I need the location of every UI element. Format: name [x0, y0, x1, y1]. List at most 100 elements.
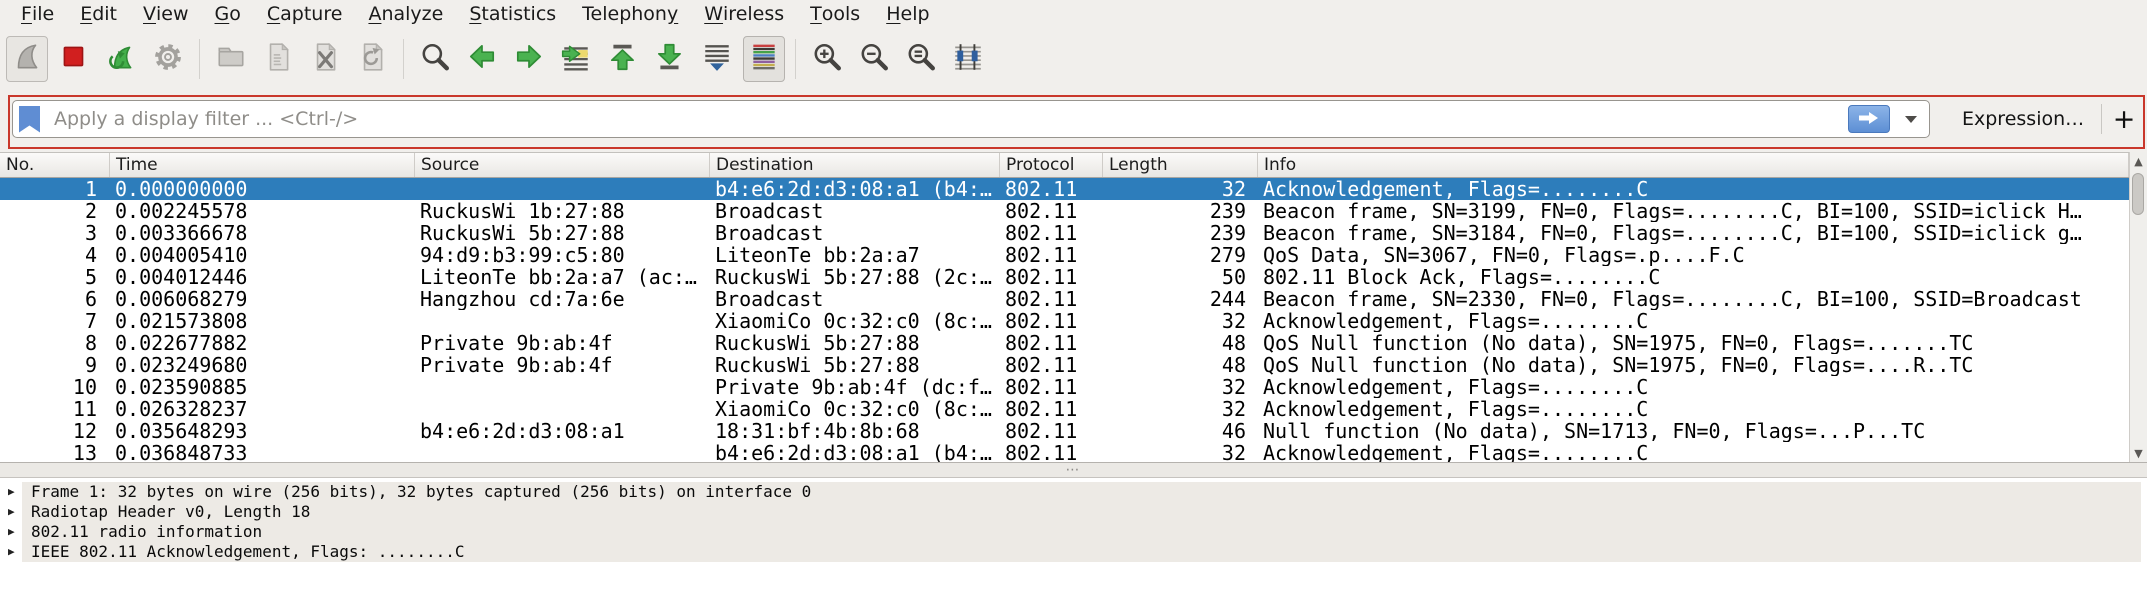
packet-no: 1	[0, 178, 110, 200]
packet-source: Private_9b:ab:4f	[415, 354, 710, 376]
packet-row[interactable]: 60.006068279Hangzhou_cd:7a:6eBroadcast80…	[0, 288, 2129, 310]
toolbar-separator	[795, 39, 796, 79]
packet-source	[415, 310, 710, 332]
packet-time: 0.004005410	[110, 244, 415, 266]
menu-go[interactable]: Go	[202, 0, 254, 27]
packet-time: 0.002245578	[110, 200, 415, 222]
packet-protocol: 802.11	[1000, 288, 1103, 310]
detail-tree-row[interactable]: ▶Radiotap Header v0, Length 18	[0, 502, 2147, 522]
go-to-packet-button[interactable]	[555, 36, 597, 82]
packet-info: Acknowledgement, Flags=........C	[1258, 178, 2129, 200]
packet-row[interactable]: 30.003366678RuckusWi_5b:27:88Broadcast80…	[0, 222, 2129, 244]
expander-icon[interactable]: ▶	[8, 522, 22, 542]
menu-telephony[interactable]: Telephony	[569, 0, 691, 27]
packet-destination: RuckusWi_5b:27:88	[710, 332, 1000, 354]
expander-icon[interactable]: ▶	[8, 502, 22, 522]
find-packet-button[interactable]	[414, 36, 456, 82]
menu-help[interactable]: Help	[873, 0, 942, 27]
column-header-source[interactable]: Source	[415, 153, 710, 177]
packet-row[interactable]: 100.023590885Private_9b:ab:4f (dc:f…802.…	[0, 376, 2129, 398]
packet-length: 48	[1103, 332, 1258, 354]
expression-button[interactable]: Expression…	[1952, 100, 2094, 138]
menu-edit[interactable]: Edit	[67, 0, 130, 27]
start-capture-button[interactable]	[6, 36, 48, 82]
open-file-button[interactable]	[210, 36, 252, 82]
packet-detail-pane: ▶Frame 1: 32 bytes on wire (256 bits), 3…	[0, 478, 2147, 590]
column-header-protocol[interactable]: Protocol	[1000, 153, 1103, 177]
packet-source: RuckusWi_1b:27:88	[415, 200, 710, 222]
packet-row[interactable]: 50.004012446LiteonTe_bb:2a:a7 (ac:…Rucku…	[0, 266, 2129, 288]
resize-columns-button[interactable]	[947, 36, 989, 82]
expander-icon[interactable]: ▶	[8, 482, 22, 502]
packet-info: Acknowledgement, Flags=........C	[1258, 442, 2129, 462]
detail-row-text: IEEE 802.11 Acknowledgement, Flags: ....…	[31, 542, 464, 562]
packet-row[interactable]: 40.00400541094:d9:b3:99:c5:80LiteonTe_bb…	[0, 244, 2129, 266]
scrollbar-thumb[interactable]	[2132, 173, 2144, 215]
save-file-button[interactable]	[257, 36, 299, 82]
detail-tree-row[interactable]: ▶Frame 1: 32 bytes on wire (256 bits), 3…	[0, 482, 2147, 502]
scroll-down-arrow-icon[interactable]: ▼	[2130, 444, 2147, 462]
menu-wireless[interactable]: Wireless	[691, 0, 797, 27]
packet-row[interactable]: 90.023249680Private_9b:ab:4fRuckusWi_5b:…	[0, 354, 2129, 376]
menu-view[interactable]: View	[130, 0, 202, 27]
filter-history-dropdown[interactable]	[1898, 105, 1924, 133]
scroll-up-arrow-icon[interactable]: ▲	[2130, 152, 2147, 170]
close-file-button[interactable]	[304, 36, 346, 82]
packet-time: 0.004012446	[110, 266, 415, 288]
zoom-out-button[interactable]	[853, 36, 895, 82]
go-forward-button[interactable]	[508, 36, 550, 82]
packet-row[interactable]: 70.021573808XiaomiCo_0c:32:c0 (8c:…802.1…	[0, 310, 2129, 332]
packet-no: 5	[0, 266, 110, 288]
packet-row[interactable]: 10.000000000b4:e6:2d:d3:08:a1 (b4:…802.1…	[0, 178, 2129, 200]
packet-length: 32	[1103, 178, 1258, 200]
display-filter-input[interactable]	[40, 107, 1848, 131]
column-header-length[interactable]: Length	[1103, 153, 1258, 177]
menu-bar: FileEditViewGoCaptureAnalyzeStatisticsTe…	[0, 0, 2147, 27]
menu-capture[interactable]: Capture	[254, 0, 356, 27]
packet-info: Beacon frame, SN=3184, FN=0, Flags=.....…	[1258, 222, 2129, 244]
go-last-packet-button[interactable]	[649, 36, 691, 82]
packet-row[interactable]: 80.022677882Private_9b:ab:4fRuckusWi_5b:…	[0, 332, 2129, 354]
restart-capture-button[interactable]	[100, 36, 142, 82]
packet-row[interactable]: 130.036848733b4:e6:2d:d3:08:a1 (b4:…802.…	[0, 442, 2129, 462]
menu-file[interactable]: File	[8, 0, 67, 27]
pane-splitter[interactable]: ⋯	[0, 462, 2147, 478]
toolbar-separator	[199, 39, 200, 79]
packet-row[interactable]: 20.002245578RuckusWi_1b:27:88Broadcast80…	[0, 200, 2129, 222]
menu-analyze[interactable]: Analyze	[355, 0, 456, 27]
expander-icon[interactable]: ▶	[8, 542, 22, 562]
capture-options-button[interactable]	[147, 36, 189, 82]
packet-protocol: 802.11	[1000, 244, 1103, 266]
stop-capture-button[interactable]	[53, 36, 95, 82]
packet-row[interactable]: 120.035648293b4:e6:2d:d3:08:a118:31:bf:4…	[0, 420, 2129, 442]
column-header-no[interactable]: No.	[0, 153, 110, 177]
zoom-reset-button[interactable]	[900, 36, 942, 82]
add-filter-button[interactable]: +	[2106, 100, 2142, 138]
packet-row[interactable]: 110.026328237XiaomiCo_0c:32:c0 (8c:…802.…	[0, 398, 2129, 420]
packet-protocol: 802.11	[1000, 332, 1103, 354]
detail-tree-row[interactable]: ▶802.11 radio information	[0, 522, 2147, 542]
filter-separator	[2101, 104, 2102, 134]
menu-tools[interactable]: Tools	[797, 0, 873, 27]
go-back-button[interactable]	[461, 36, 503, 82]
packet-list-scrollbar[interactable]: ▲ ▼	[2129, 152, 2147, 462]
go-first-packet-button[interactable]	[602, 36, 644, 82]
packet-destination: XiaomiCo_0c:32:c0 (8c:…	[710, 310, 1000, 332]
column-header-info[interactable]: Info	[1258, 153, 2129, 177]
column-header-destination[interactable]: Destination	[710, 153, 1000, 177]
menu-statistics[interactable]: Statistics	[456, 0, 569, 27]
packet-length: 50	[1103, 266, 1258, 288]
wireshark-fin-icon	[11, 41, 43, 77]
auto-scroll-button[interactable]	[696, 36, 738, 82]
reload-file-button[interactable]	[351, 36, 393, 82]
column-header-time[interactable]: Time	[110, 153, 415, 177]
packet-info: Beacon frame, SN=2330, FN=0, Flags=.....…	[1258, 288, 2129, 310]
dropdown-caret-icon	[1905, 116, 1917, 123]
apply-filter-button[interactable]	[1848, 105, 1890, 133]
zoom-in-button[interactable]	[806, 36, 848, 82]
bookmark-icon[interactable]	[19, 106, 40, 133]
detail-tree-row[interactable]: ▶ IEEE 802.11 Acknowledgement, Flags: ...…	[0, 542, 2147, 562]
colorize-packets-button[interactable]	[743, 36, 785, 82]
packet-no: 6	[0, 288, 110, 310]
packet-time: 0.006068279	[110, 288, 415, 310]
